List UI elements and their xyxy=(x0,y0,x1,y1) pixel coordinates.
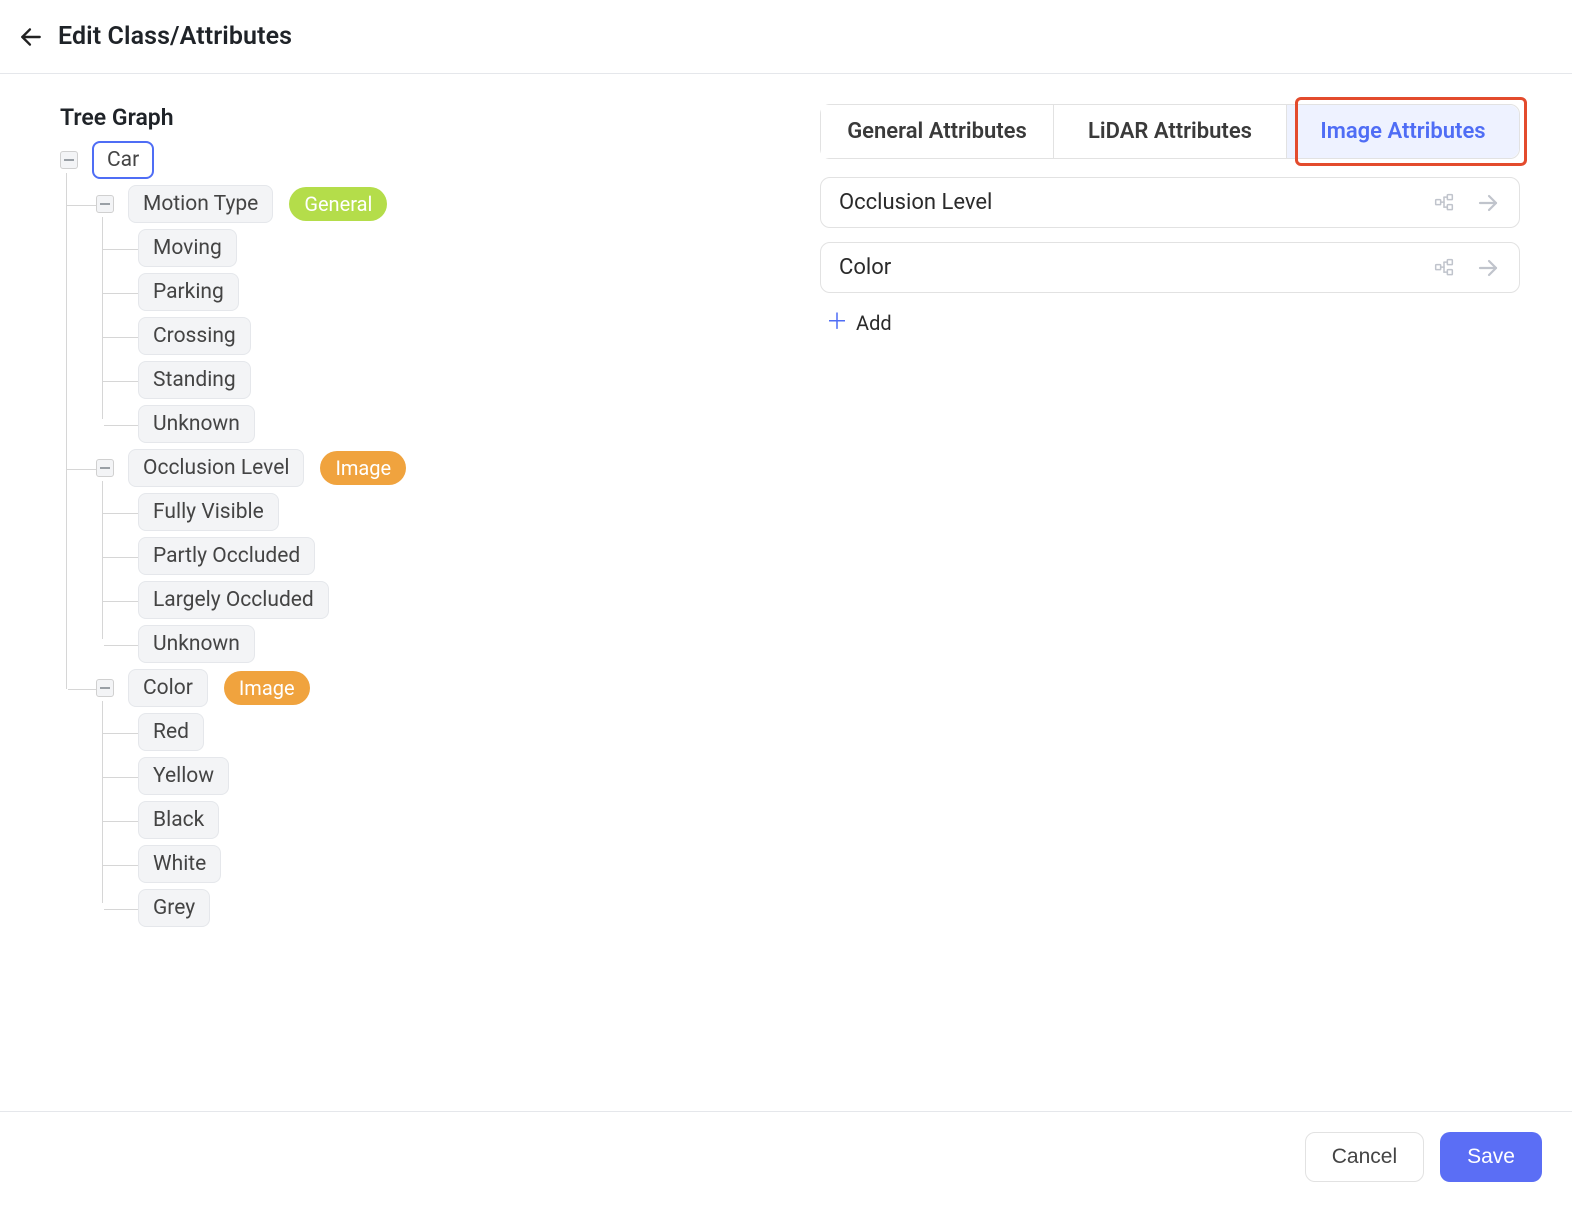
add-attribute-button[interactable]: ＋ Add xyxy=(820,307,898,339)
tree-node-leaf[interactable]: Standing xyxy=(138,361,251,399)
back-arrow-icon[interactable] xyxy=(18,24,44,50)
collapse-toggle[interactable] xyxy=(96,679,114,697)
tree-node-leaf[interactable]: Red xyxy=(138,713,204,751)
tree-node-root[interactable]: Car xyxy=(92,141,154,179)
tree-title: Tree Graph xyxy=(60,104,700,131)
arrow-right-icon[interactable] xyxy=(1475,256,1501,280)
tree-node-leaf[interactable]: Fully Visible xyxy=(138,493,279,531)
collapse-toggle[interactable] xyxy=(96,459,114,477)
tree-node-group[interactable]: Occlusion Level xyxy=(128,449,304,487)
tree-node-leaf[interactable]: Unknown xyxy=(138,405,255,443)
scope-badge: Image xyxy=(224,671,310,705)
scope-badge: Image xyxy=(320,451,406,485)
footer: Cancel Save xyxy=(0,1111,1572,1206)
tree-node-leaf[interactable]: Crossing xyxy=(138,317,251,355)
attribute-tabs: General AttributesLiDAR AttributesImage … xyxy=(820,104,1520,159)
add-label: Add xyxy=(856,311,892,335)
plus-icon: ＋ xyxy=(826,312,848,334)
attribute-row[interactable]: Color xyxy=(820,242,1520,293)
attribute-row[interactable]: Occlusion Level xyxy=(820,177,1520,228)
arrow-right-icon[interactable] xyxy=(1475,191,1501,215)
cancel-button[interactable]: Cancel xyxy=(1305,1132,1424,1182)
branch-icon[interactable] xyxy=(1433,258,1455,278)
collapse-toggle[interactable] xyxy=(96,195,114,213)
tree-node-leaf[interactable]: Black xyxy=(138,801,219,839)
tree-graph: Car Motion Type General Moving Parking Crossi… xyxy=(60,135,700,927)
header: Edit Class/Attributes xyxy=(0,0,1572,74)
branch-icon[interactable] xyxy=(1433,193,1455,213)
tab[interactable]: General Attributes xyxy=(821,105,1053,158)
right-panel: General AttributesLiDAR AttributesImage … xyxy=(820,104,1520,1081)
tree-node-leaf[interactable]: Grey xyxy=(138,889,210,927)
tree-node-group[interactable]: Color xyxy=(128,669,208,707)
attribute-list: Occlusion Level Color xyxy=(820,177,1520,293)
tab[interactable]: Image Attributes xyxy=(1286,105,1519,158)
tree-node-leaf[interactable]: Moving xyxy=(138,229,237,267)
tree-node-leaf[interactable]: Partly Occluded xyxy=(138,537,315,575)
tree-node-leaf[interactable]: Unknown xyxy=(138,625,255,663)
tree-node-leaf[interactable]: White xyxy=(138,845,221,883)
collapse-toggle[interactable] xyxy=(60,151,78,169)
page-title: Edit Class/Attributes xyxy=(58,22,292,51)
tab[interactable]: LiDAR Attributes xyxy=(1053,105,1286,158)
body: Tree Graph Car Motion Type General Moving Pa… xyxy=(0,74,1572,1111)
scope-badge: General xyxy=(289,187,387,221)
save-button[interactable]: Save xyxy=(1440,1132,1542,1182)
tree-node-leaf[interactable]: Yellow xyxy=(138,757,229,795)
left-panel: Tree Graph Car Motion Type General Moving Pa… xyxy=(60,104,700,1081)
tree-node-leaf[interactable]: Parking xyxy=(138,273,239,311)
attribute-name: Color xyxy=(839,255,891,280)
tree-node-leaf[interactable]: Largely Occluded xyxy=(138,581,329,619)
attribute-name: Occlusion Level xyxy=(839,190,992,215)
tree-node-group[interactable]: Motion Type xyxy=(128,185,273,223)
